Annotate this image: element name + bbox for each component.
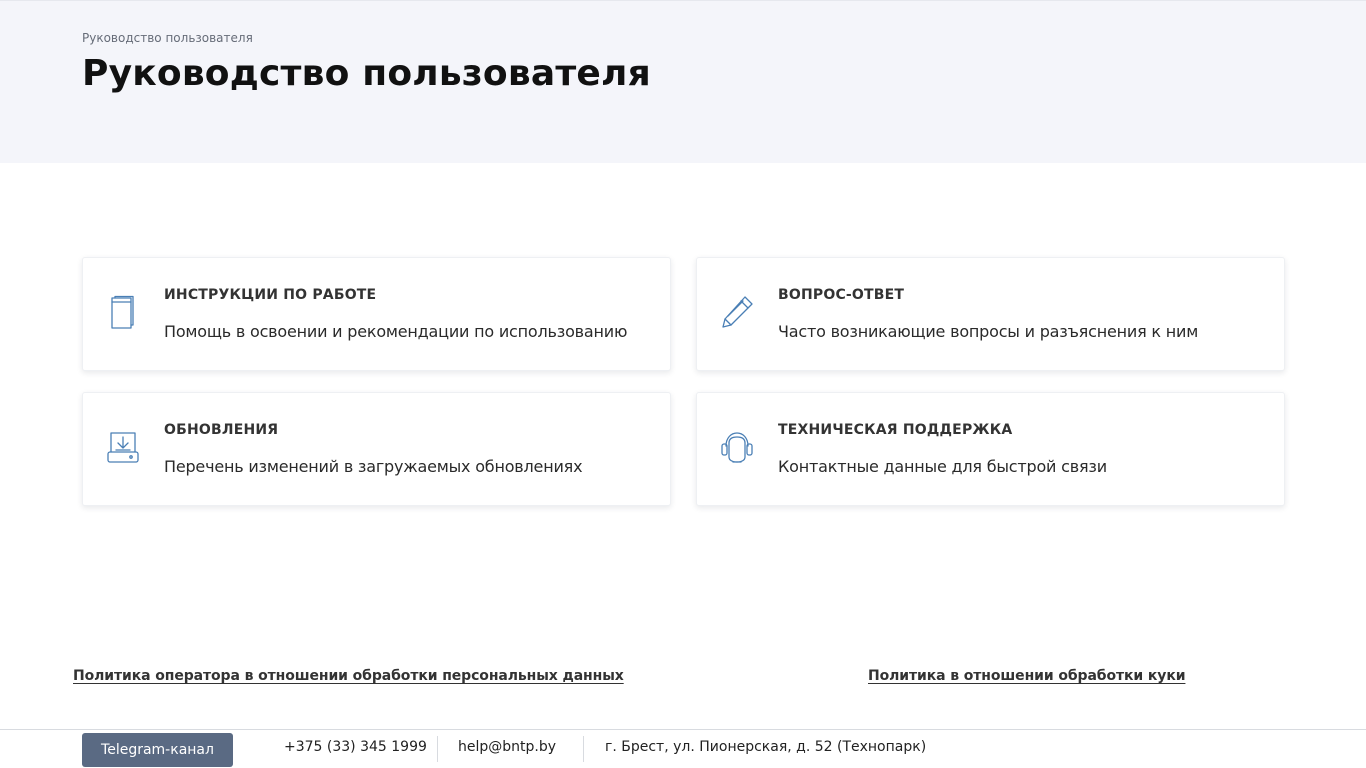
card-title: ОБНОВЛЕНИЯ [164,422,279,438]
page-title: Руководство пользователя [82,53,651,94]
book-icon [105,294,141,330]
footer-phone[interactable]: +375 (33) 345 1999 [284,739,427,755]
card-updates[interactable]: ОБНОВЛЕНИЯ Перечень изменений в загружае… [82,392,671,506]
telegram-channel-button[interactable]: Telegram-канал [82,733,233,767]
page-header: Руководство пользователя Руководство пол… [0,0,1366,163]
personal-data-policy-link[interactable]: Политика оператора в отношении обработки… [73,668,624,684]
breadcrumb[interactable]: Руководство пользователя [82,31,253,45]
download-drive-icon [105,429,141,465]
card-support[interactable]: ТЕХНИЧЕСКАЯ ПОДДЕРЖКА Контактные данные … [696,392,1285,506]
card-description: Контактные данные для быстрой связи [778,457,1107,476]
card-description: Перечень изменений в загружаемых обновле… [164,457,583,476]
card-faq[interactable]: ВОПРОС-ОТВЕТ Часто возникающие вопросы и… [696,257,1285,371]
page: Руководство пользователя Руководство пол… [0,0,1366,768]
pencil-icon [719,294,755,330]
card-description: Помощь в освоении и рекомендации по испо… [164,322,628,341]
footer-divider [583,736,584,762]
headset-icon [719,429,755,465]
card-title: ТЕХНИЧЕСКАЯ ПОДДЕРЖКА [778,422,1013,438]
cookie-policy-link[interactable]: Политика в отношении обработки куки [868,668,1186,684]
footer-bar: Telegram-канал +375 (33) 345 1999 help@b… [0,729,1366,768]
card-instructions[interactable]: ИНСТРУКЦИИ ПО РАБОТЕ Помощь в освоении и… [82,257,671,371]
footer-divider [437,736,438,762]
card-title: ИНСТРУКЦИИ ПО РАБОТЕ [164,287,377,303]
card-title: ВОПРОС-ОТВЕТ [778,287,905,303]
footer-address: г. Брест, ул. Пионерская, д. 52 (Технопа… [605,739,927,755]
footer-email[interactable]: help@bntp.by [458,739,556,755]
card-description: Часто возникающие вопросы и разъяснения … [778,322,1199,341]
